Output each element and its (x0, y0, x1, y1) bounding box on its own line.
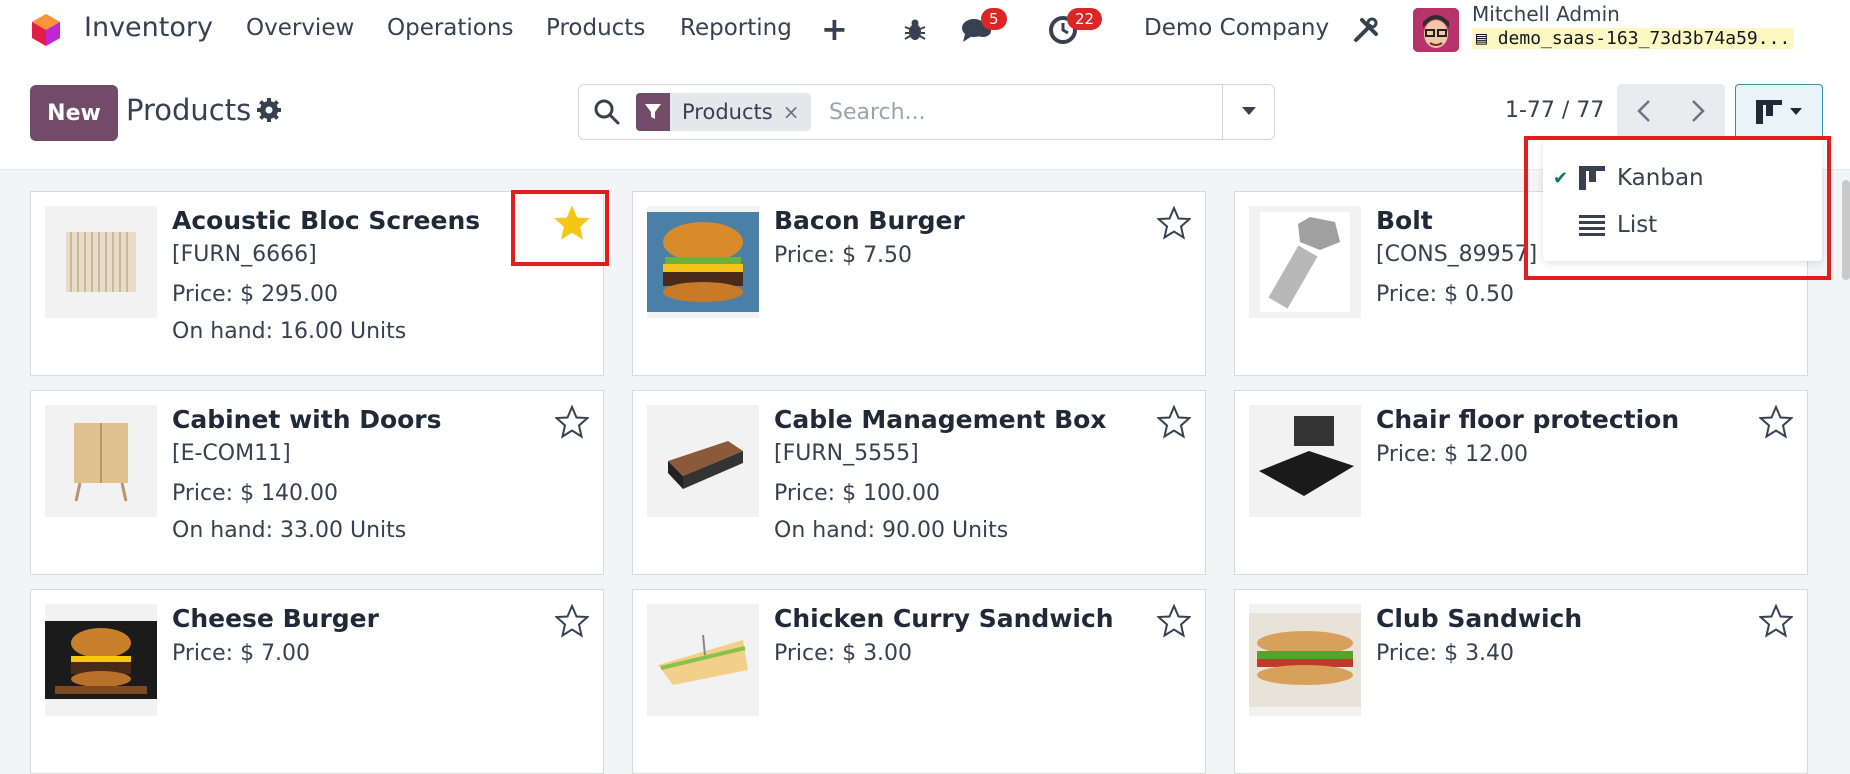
product-price: Price: $ 100.00 (774, 481, 941, 506)
menu-reporting[interactable]: Reporting (680, 15, 792, 41)
highlight-favorite-star (511, 190, 609, 266)
app-name[interactable]: Inventory (84, 12, 213, 43)
search-facet-products[interactable]: Products × (636, 93, 812, 131)
product-on-hand: On hand: 90.00 Units (774, 518, 1009, 543)
user-name[interactable]: Mitchell Admin (1472, 2, 1620, 26)
product-on-hand: On hand: 33.00 Units (172, 518, 407, 543)
product-price: Price: $ 12.00 (1376, 442, 1529, 467)
chevron-left-icon (1637, 100, 1650, 122)
product-card[interactable]: Bacon Burger Price: $ 7.50 (632, 191, 1206, 376)
inventory-app-icon[interactable] (28, 12, 64, 48)
product-card[interactable]: Cabinet with Doors [E-COM11] Price: $ 140.… (30, 390, 604, 575)
product-on-hand: On hand: 16.00 Units (172, 319, 407, 344)
debug-bug-icon[interactable] (897, 12, 933, 48)
company-switcher[interactable]: Demo Company (1144, 15, 1329, 41)
product-card[interactable]: Club Sandwich Price: $ 3.40 (1234, 589, 1808, 774)
product-price: Price: $ 3.00 (774, 641, 913, 666)
search-bar: Products × (578, 84, 1275, 140)
favorite-star-icon[interactable] (1759, 405, 1793, 439)
remove-facet-icon[interactable]: × (783, 100, 812, 124)
top-navbar: Inventory Overview Operations Products R… (0, 0, 1850, 60)
product-name: Cable Management Box (774, 405, 1107, 434)
club-sandwich-image (1249, 604, 1361, 716)
database-name: ▤ demo_saas-163_73d3b74a59... (1472, 28, 1795, 49)
gear-icon[interactable] (257, 98, 281, 122)
user-avatar[interactable] (1413, 8, 1459, 52)
page-title: Products (126, 93, 252, 127)
menu-products[interactable]: Products (546, 15, 645, 41)
new-button[interactable]: New (30, 85, 118, 141)
favorite-star-icon[interactable] (1157, 405, 1191, 439)
cable-box-image (647, 405, 759, 517)
messages-count-badge: 5 (981, 8, 1007, 30)
database-icon: ▤ (1476, 28, 1487, 49)
favorite-star-icon[interactable] (1157, 206, 1191, 240)
product-reference: [FURN_5555] (774, 441, 919, 466)
product-name: Cabinet with Doors (172, 405, 442, 434)
favorite-star-icon[interactable] (1759, 604, 1793, 638)
sandwich-image (647, 604, 759, 716)
product-reference: [E-COM11] (172, 441, 291, 466)
pager-previous-button[interactable] (1617, 84, 1671, 138)
product-price: Price: $ 0.50 (1376, 282, 1515, 307)
product-card[interactable]: Cable Management Box [FURN_5555] Price: $ … (632, 390, 1206, 575)
settings-tools-icon[interactable] (1348, 12, 1384, 48)
caret-down-icon (1790, 108, 1802, 115)
product-price: Price: $ 7.50 (774, 243, 913, 268)
database-label: demo_saas-163_73d3b74a59... (1497, 28, 1791, 49)
search-icon[interactable] (593, 98, 621, 126)
kanban-icon (1756, 100, 1782, 124)
product-name: Club Sandwich (1376, 604, 1583, 633)
caret-down-icon (1241, 107, 1256, 115)
product-price: Price: $ 295.00 (172, 282, 339, 307)
pager-next-button[interactable] (1671, 84, 1725, 138)
search-options-toggle[interactable] (1222, 85, 1274, 139)
highlight-view-dropdown (1524, 136, 1831, 280)
menu-overview[interactable]: Overview (246, 15, 354, 41)
product-reference: [FURN_6666] (172, 242, 317, 267)
favorite-star-icon[interactable] (1157, 604, 1191, 638)
pager-value[interactable]: 1-77 / 77 (1505, 98, 1604, 123)
product-name: Chair floor protection (1376, 405, 1680, 434)
chevron-right-icon (1692, 100, 1705, 122)
search-input[interactable] (829, 95, 1189, 129)
favorite-star-icon[interactable] (555, 604, 589, 638)
bolt-image (1249, 206, 1361, 318)
product-name: Bacon Burger (774, 206, 965, 235)
product-price: Price: $ 140.00 (172, 481, 339, 506)
filter-icon (636, 93, 670, 131)
product-price: Price: $ 7.00 (172, 641, 311, 666)
product-card[interactable]: Chicken Curry Sandwich Price: $ 3.00 (632, 589, 1206, 774)
product-name: Cheese Burger (172, 604, 379, 633)
product-name: Chicken Curry Sandwich (774, 604, 1114, 633)
floor-mat-image (1249, 405, 1361, 517)
product-price: Price: $ 3.40 (1376, 641, 1515, 666)
favorite-star-icon[interactable] (555, 405, 589, 439)
acoustic-screen-image (45, 206, 157, 318)
burger-image (647, 206, 759, 318)
menu-operations[interactable]: Operations (387, 15, 513, 41)
scrollbar[interactable] (1842, 180, 1850, 280)
cheese-burger-image (45, 604, 157, 716)
quick-create-plus-icon[interactable]: + (821, 10, 848, 48)
product-name: Acoustic Bloc Screens (172, 206, 481, 235)
product-card[interactable]: Chair floor protection Price: $ 12.00 (1234, 390, 1808, 575)
view-switcher-button[interactable] (1735, 84, 1823, 140)
product-card[interactable]: Cheese Burger Price: $ 7.00 (30, 589, 604, 774)
activities-count-badge: 22 (1067, 8, 1103, 30)
product-name: Bolt (1376, 206, 1433, 235)
facet-label: Products (682, 100, 773, 124)
cabinet-image (45, 405, 157, 517)
product-reference: [CONS_89957] (1376, 242, 1538, 267)
